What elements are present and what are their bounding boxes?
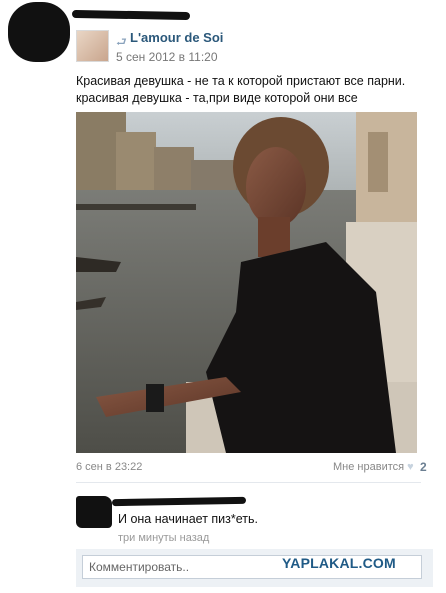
like-count[interactable]: 2 [420, 460, 427, 474]
redacted-commenter-name [111, 496, 247, 507]
site-watermark: YAPLAKAL.COM [282, 555, 396, 571]
comment-time[interactable]: три минуты назад [118, 532, 209, 544]
like-label: Мне нравится [333, 461, 405, 473]
heart-icon: ♥ [407, 461, 414, 473]
post-date[interactable]: 6 сен в 23:22 [76, 461, 142, 473]
comment-text: И она начинает пиз*еть. [118, 512, 258, 526]
repost-avatar[interactable] [76, 30, 109, 62]
repost-date[interactable]: 5 сен 2012 в 11:20 [116, 50, 218, 64]
repost-author-link[interactable]: L'amour de Soi [130, 30, 223, 45]
divider [76, 482, 421, 483]
redacted-avatar [8, 2, 70, 62]
venice-photo [76, 112, 417, 453]
like-button[interactable]: Мне нравится ♥ [333, 461, 414, 473]
comment-avatar[interactable] [76, 496, 112, 528]
post-text-line: Красивая девушка - не та к которой прист… [76, 74, 406, 88]
post-photo[interactable] [76, 112, 417, 453]
redacted-author-name [71, 9, 191, 21]
